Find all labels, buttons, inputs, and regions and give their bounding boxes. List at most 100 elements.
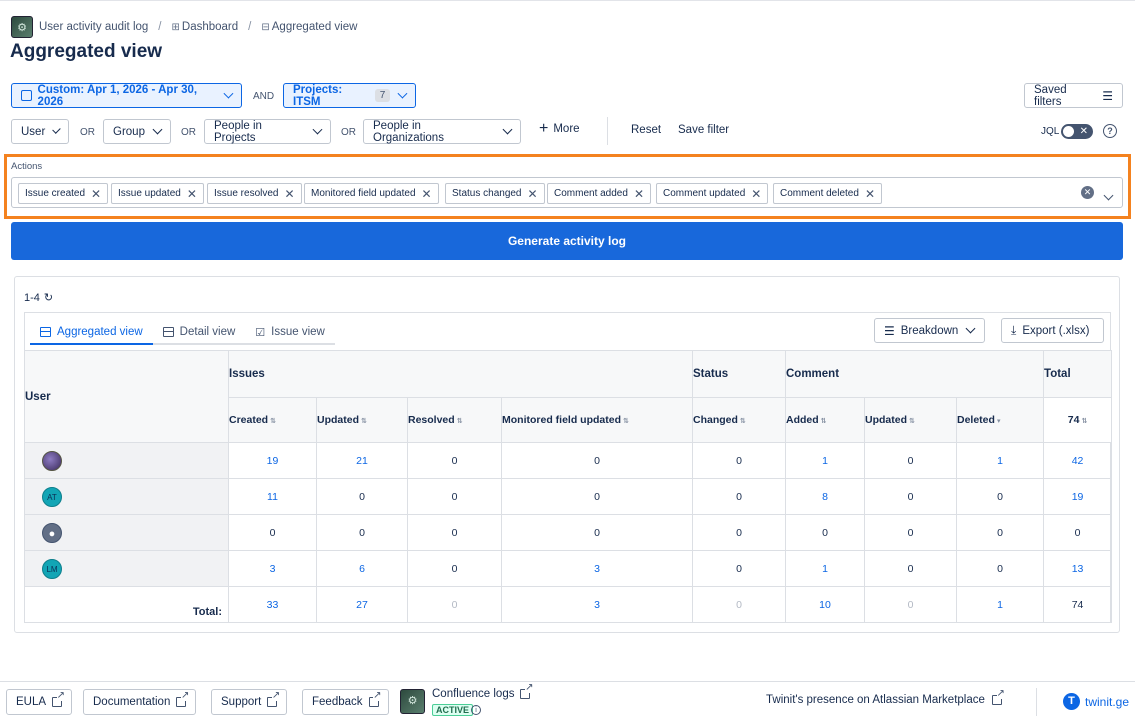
total-updated[interactable]: 27 bbox=[316, 586, 408, 623]
confluence-logs-link[interactable]: Confluence logs bbox=[432, 683, 534, 700]
total-group-header: Total bbox=[1043, 350, 1113, 398]
eula-link[interactable]: EULA bbox=[6, 689, 73, 715]
tab-issue-view[interactable]: ☑ Issue view bbox=[245, 321, 335, 345]
remove-tag-icon[interactable]: ✕ bbox=[91, 187, 101, 201]
status-group-header: Status bbox=[692, 350, 786, 398]
remove-tag-icon[interactable]: ✕ bbox=[634, 187, 644, 201]
breadcrumb-current: ⊟ Aggregated view bbox=[261, 21, 358, 33]
cell-resolved: 0 bbox=[407, 442, 502, 479]
remove-tag-icon[interactable]: ✕ bbox=[865, 187, 875, 201]
twinit-link[interactable]: T twinit.ge bbox=[1063, 693, 1129, 710]
cell-created: 0 bbox=[228, 514, 317, 551]
group-filter[interactable]: Group bbox=[103, 119, 171, 144]
jql-toggle[interactable]: ✕ bbox=[1061, 124, 1093, 139]
cell-comment-updated: 0 bbox=[864, 550, 957, 587]
dashboard-icon: ⊞ bbox=[171, 22, 180, 33]
info-icon[interactable]: i bbox=[471, 705, 481, 715]
cell-resolved: 0 bbox=[407, 478, 502, 515]
remove-tag-icon[interactable]: ✕ bbox=[528, 187, 538, 201]
column-header-updated[interactable]: Updated ⇅ bbox=[316, 397, 408, 443]
cell-added[interactable]: 8 bbox=[785, 478, 865, 515]
remove-tag-icon[interactable]: ✕ bbox=[422, 187, 432, 201]
breadcrumb-dashboard[interactable]: ⊞ Dashboard bbox=[172, 21, 239, 33]
people-in-organizations-filter[interactable]: People in Organizations bbox=[363, 119, 521, 144]
sort-icon: ⇅ bbox=[739, 418, 746, 425]
cell-created[interactable]: 11 bbox=[228, 478, 317, 515]
sort-icon: ⇅ bbox=[820, 418, 827, 425]
tab-detail-view[interactable]: Detail view bbox=[152, 321, 246, 345]
total-header-value[interactable]: 74 ⇅ bbox=[1043, 397, 1113, 443]
cell-deleted: 0 bbox=[955, 550, 1045, 587]
column-header-added[interactable]: Added ⇅ bbox=[785, 397, 865, 443]
date-range-picker[interactable]: Custom: Apr 1, 2026 - Apr 30, 2026 bbox=[11, 83, 242, 108]
remove-tag-icon[interactable]: ✕ bbox=[751, 187, 761, 201]
total-monitored[interactable]: 3 bbox=[501, 586, 693, 623]
cell-monitored[interactable]: 3 bbox=[501, 550, 693, 587]
cell-monitored: 0 bbox=[501, 514, 693, 551]
cell-changed: 0 bbox=[692, 550, 786, 587]
comment-group-header: Comment bbox=[784, 350, 1045, 398]
breakdown-button[interactable]: ☰ Breakdown bbox=[874, 318, 985, 343]
remove-tag-icon[interactable]: ✕ bbox=[284, 187, 294, 201]
save-filter-button[interactable]: Save filter bbox=[678, 124, 729, 136]
actions-multiselect[interactable]: Issue created ✕ Issue updated ✕ Issue reso… bbox=[11, 177, 1123, 208]
help-icon[interactable]: ? bbox=[1103, 124, 1117, 138]
more-filters-button[interactable]: + More bbox=[539, 121, 580, 137]
refresh-icon[interactable]: ↻ bbox=[44, 291, 53, 304]
avatar[interactable] bbox=[42, 450, 62, 471]
cell-added[interactable]: 1 bbox=[785, 442, 865, 479]
total-added[interactable]: 10 bbox=[785, 586, 865, 623]
projects-filter[interactable]: Projects: ITSM 7 bbox=[283, 83, 416, 108]
column-header-deleted[interactable]: Deleted ▾ bbox=[955, 397, 1045, 443]
people-in-projects-filter[interactable]: People in Projects bbox=[204, 119, 331, 144]
issues-group-header: Issues bbox=[228, 350, 693, 398]
total-created[interactable]: 33 bbox=[228, 586, 317, 623]
tab-aggregated-view[interactable]: Aggregated view bbox=[30, 321, 153, 345]
column-header-changed[interactable]: Changed ⇅ bbox=[692, 397, 786, 443]
avatar[interactable]: AT bbox=[42, 486, 62, 507]
cell-added[interactable]: 1 bbox=[785, 550, 865, 587]
totals-label: Total: bbox=[24, 586, 229, 623]
breadcrumb-app[interactable]: User activity audit log bbox=[39, 21, 148, 33]
column-header-comment-updated[interactable]: Updated ⇅ bbox=[864, 397, 957, 443]
and-operator: AND bbox=[253, 91, 275, 102]
reset-button[interactable]: Reset bbox=[631, 124, 661, 136]
cell-total[interactable]: 19 bbox=[1043, 478, 1113, 515]
cell-created[interactable]: 19 bbox=[228, 442, 317, 479]
action-tag: Comment updated ✕ bbox=[656, 183, 769, 204]
app-logo-icon: ⚙ bbox=[11, 16, 33, 38]
cell-total[interactable]: 13 bbox=[1043, 550, 1113, 587]
chevron-down-icon[interactable] bbox=[1102, 188, 1114, 202]
cell-changed: 0 bbox=[692, 514, 786, 551]
support-link[interactable]: Support bbox=[211, 689, 288, 715]
cell-monitored: 0 bbox=[501, 478, 693, 515]
default-user-avatar-icon[interactable]: ● bbox=[42, 522, 62, 543]
total-deleted[interactable]: 1 bbox=[955, 586, 1045, 623]
user-column-header: User bbox=[24, 350, 229, 443]
user-filter[interactable]: User bbox=[11, 119, 69, 144]
remove-tag-icon[interactable]: ✕ bbox=[187, 187, 197, 201]
column-header-created[interactable]: Created ⇅ bbox=[228, 397, 317, 443]
clear-all-icon[interactable]: ✕ bbox=[1081, 186, 1094, 199]
action-tag: Monitored field updated ✕ bbox=[304, 183, 439, 204]
column-header-resolved[interactable]: Resolved ⇅ bbox=[407, 397, 502, 443]
list-icon bbox=[162, 327, 174, 337]
marketplace-link[interactable]: Twinit's presence on Atlassian Marketpla… bbox=[766, 689, 1005, 706]
cell-updated[interactable]: 6 bbox=[316, 550, 408, 587]
status-badge: ACTIVE bbox=[432, 704, 474, 716]
column-header-monitored-field-updated[interactable]: Monitored field updated ⇅ bbox=[501, 397, 693, 443]
cell-updated[interactable]: 21 bbox=[316, 442, 408, 479]
footer-divider bbox=[0, 681, 1135, 682]
feedback-link[interactable]: Feedback bbox=[302, 689, 389, 715]
saved-filters-button[interactable]: Saved filters ☰ bbox=[1024, 83, 1123, 108]
generate-activity-log-button[interactable]: Generate activity log bbox=[11, 222, 1123, 260]
grand-total: 74 bbox=[1043, 586, 1113, 623]
documentation-link[interactable]: Documentation bbox=[83, 689, 197, 715]
sort-icon: ⇅ bbox=[909, 418, 915, 425]
avatar[interactable]: LM bbox=[42, 558, 62, 579]
cell-deleted[interactable]: 1 bbox=[955, 442, 1045, 479]
cell-total[interactable]: 42 bbox=[1043, 442, 1113, 479]
cell-created[interactable]: 3 bbox=[228, 550, 317, 587]
sort-icon: ⇅ bbox=[270, 418, 276, 425]
export-button[interactable]: ⤓ Export (.xlsx) bbox=[1001, 318, 1104, 343]
